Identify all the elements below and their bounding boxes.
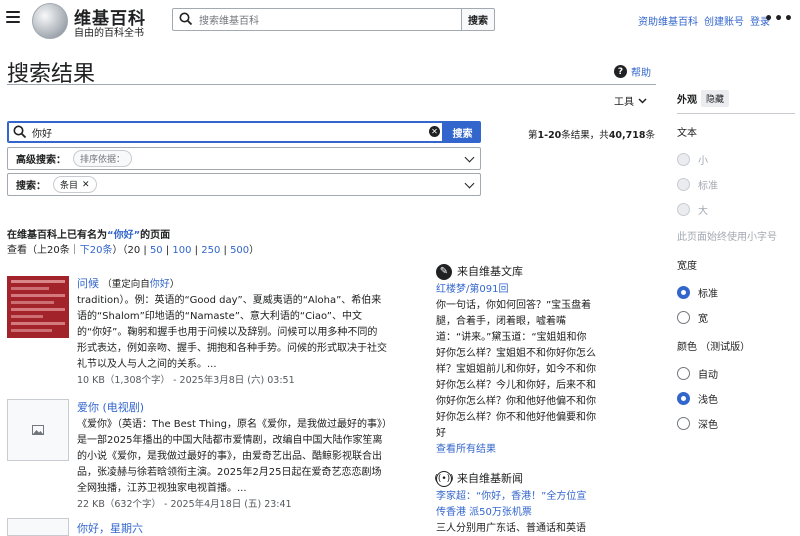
namespace-chip[interactable]: 条目 ✕ [53, 176, 97, 193]
result-meta: 22 KB（632个字） - 2025年4月18日 (五) 23:41 [77, 499, 292, 510]
result-title-link[interactable]: 问候 [77, 277, 99, 290]
color-auto-radio[interactable]: 自动 [677, 361, 795, 386]
remove-chip-icon[interactable]: ✕ [82, 180, 90, 190]
text-size-label: 文本 [677, 128, 697, 139]
personal-tools: 资助维基百科 创建账号 登录 [638, 13, 770, 28]
donate-link[interactable]: 资助维基百科 [638, 13, 698, 28]
sort-chip[interactable]: 排序依据： [73, 150, 133, 167]
tools-dropdown[interactable]: 工具 [614, 93, 647, 108]
help-link[interactable]: ? 帮助 [614, 64, 651, 79]
text-size-large: 大 [677, 197, 795, 222]
image-placeholder-icon[interactable] [7, 399, 69, 461]
width-wide-radio[interactable]: 宽 [677, 305, 795, 330]
wikisource-icon: ✎ [436, 264, 452, 280]
result-item: 你好，星期六 [77, 521, 387, 536]
search-scope-panel[interactable]: 搜索： 条目 ✕ [7, 173, 481, 196]
result-snippet: tradition）。例：英语的“Good day”、夏威夷语的“Aloha”、… [77, 295, 387, 370]
create-account-link[interactable]: 创建账号 [704, 13, 744, 28]
result-meta: 10 KB（1,308个字） - 2025年3月8日 (六) 03:51 [77, 375, 295, 386]
chevron-down-icon [464, 152, 475, 163]
search-scope-label: 搜索： [16, 181, 46, 192]
page-size-250[interactable]: 250 [201, 245, 220, 256]
sister-snippet: 三人分别用广东话、普通话和英语 [436, 523, 586, 534]
pager: 查看（上20条｜下20条）（20 | 50 | 100 | 250 | 500） [7, 245, 260, 256]
advanced-search-label: 高级搜索： [16, 155, 66, 166]
hide-appearance-button[interactable]: 隐藏 [701, 90, 730, 107]
next-page-link[interactable]: 下20条 [80, 245, 113, 256]
tools-label: 工具 [614, 97, 634, 108]
chevron-down-icon [638, 97, 647, 104]
results-count: 第1-20条结果，共40,718条 [528, 130, 655, 141]
redirect-link[interactable]: 你好 [150, 279, 170, 290]
width-label: 宽度 [677, 261, 697, 272]
more-options-icon[interactable]: ••• [764, 11, 794, 27]
wikipedia-logo-icon[interactable] [32, 3, 68, 39]
title-divider [7, 84, 656, 85]
help-icon: ? [614, 65, 627, 78]
main-menu-button[interactable] [6, 11, 20, 23]
search-button[interactable]: 搜索 [444, 121, 481, 143]
color-label: 颜色 （测试版） [677, 342, 751, 353]
header-search-button[interactable]: 搜索 [461, 8, 495, 31]
result-item: 问候 （重定向自你好） tradition）。例：英语的“Good day”、夏… [77, 276, 387, 389]
sister-result-link[interactable]: 红楼梦/第091回 [436, 284, 508, 295]
header-search-input[interactable]: 搜索维基百科 [172, 8, 462, 31]
page-exists-heading: 在维基百科上已有名为“你好”的页面 [7, 230, 171, 241]
site-tagline: 自由的百科全书 [74, 28, 144, 39]
page-size-50[interactable]: 50 [150, 245, 163, 256]
help-label[interactable]: 帮助 [631, 64, 651, 79]
wikinews-panel: ((•)) 来自维基新闻 李家超：“你好，香港！”全方位宣传香港 派50万张机票 … [434, 471, 596, 536]
width-standard-radio[interactable]: 标准 [677, 280, 795, 305]
page-size-500[interactable]: 500 [230, 245, 249, 256]
existing-page-link[interactable]: “你好” [107, 230, 140, 241]
see-all-results-link[interactable]: 查看所有结果 [436, 444, 496, 455]
search-input[interactable]: 你好 [7, 121, 444, 143]
sister-result-link[interactable]: 李家超：“你好，香港！”全方位宣传香港 派50万张机票 [436, 491, 586, 518]
result-title-link[interactable]: 你好，星期六 [77, 522, 143, 535]
sister-project-label: 来自维基新闻 [457, 472, 523, 485]
result-thumbnail[interactable] [7, 518, 69, 536]
wikinews-icon: ((•)) [434, 471, 454, 487]
advanced-search-panel[interactable]: 高级搜索： 排序依据： [7, 147, 481, 170]
wikisource-panel: ✎ 来自维基文库 红楼梦/第091回 你一句话，你如何回答？”宝玉盘着腿，合着手，… [436, 264, 596, 458]
result-item: 爱你 (电视剧) 《爱你》（英语：The Best Thing，原名《爱你，是我… [77, 400, 387, 513]
color-dark-radio[interactable]: 深色 [677, 411, 795, 436]
appearance-title: 外观 [677, 95, 697, 106]
appearance-panel: 外观 隐藏 文本 小 标准 大 此页面始终使用小字号 宽度 标准 宽 颜色 （测试… [677, 90, 795, 436]
result-snippet: 《爱你》（英语：The Best Thing，原名《爱你，是我做过最好的事》）是… [77, 419, 388, 494]
chevron-down-icon [464, 178, 475, 189]
clear-icon[interactable]: ✕ [429, 126, 440, 137]
text-size-note: 此页面始终使用小字号 [677, 232, 777, 243]
page-size-100[interactable]: 100 [172, 245, 191, 256]
result-title-link[interactable]: 爱你 (电视剧) [77, 401, 144, 414]
color-light-radio[interactable]: 浅色 [677, 386, 795, 411]
sister-snippet: 你一句话，你如何回答？”宝玉盘着腿，合着手，闭着眼，嘘着嘴道：“讲来。”黛玉道：… [436, 300, 596, 439]
text-size-standard: 标准 [677, 172, 795, 197]
result-thumbnail[interactable] [7, 276, 69, 338]
text-size-small: 小 [677, 147, 795, 172]
sister-project-label: 来自维基文库 [457, 265, 523, 278]
